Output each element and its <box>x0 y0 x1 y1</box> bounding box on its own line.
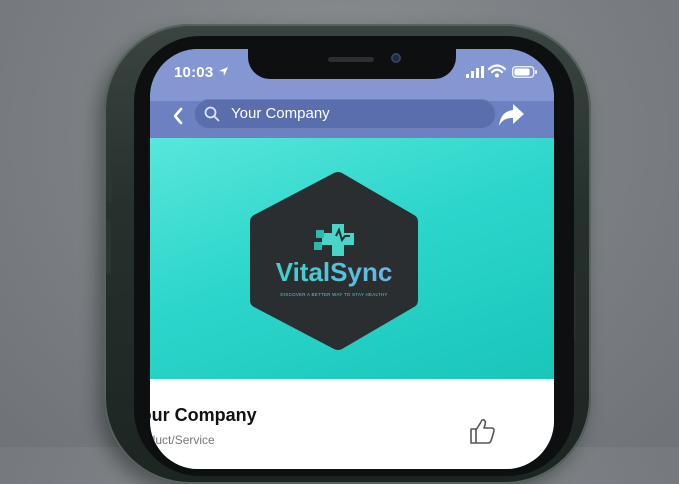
search-icon <box>204 106 220 122</box>
status-time: 10:03 <box>174 64 214 81</box>
side-button <box>107 170 112 202</box>
front-camera <box>391 53 401 63</box>
logo-tagline: DISCOVER A BETTER WAY TO STAY HEALTHY <box>280 292 387 297</box>
share-arrow-icon[interactable] <box>498 102 526 128</box>
side-button <box>106 220 111 275</box>
cover-photo: VitalSync DISCOVER A BETTER WAY TO STAY … <box>150 138 554 379</box>
status-bar: 10:03 <box>150 49 554 101</box>
wifi-icon <box>488 64 506 78</box>
company-name: Your Company <box>150 405 257 425</box>
location-arrow-icon <box>219 67 228 76</box>
back-chevron-icon[interactable] <box>172 107 184 125</box>
page-info-panel: Your Company Product/Service <box>150 379 554 469</box>
thumbs-up-icon[interactable] <box>468 417 496 445</box>
signal-bars-icon <box>466 66 484 78</box>
notch <box>248 49 456 79</box>
phone-screen: 10:03 Your Company VitalSync DISCOVER A … <box>150 49 554 469</box>
vitalsync-logo-badge: VitalSync DISCOVER A BETTER WAY TO STAY … <box>250 172 418 350</box>
battery-icon <box>512 66 537 78</box>
company-category: Product/Service <box>150 433 215 447</box>
search-bar[interactable]: Your Company <box>194 99 496 129</box>
search-query-text: Your Company <box>231 105 330 122</box>
speaker-grille <box>328 57 374 62</box>
logo-wordmark: VitalSync <box>276 257 393 287</box>
